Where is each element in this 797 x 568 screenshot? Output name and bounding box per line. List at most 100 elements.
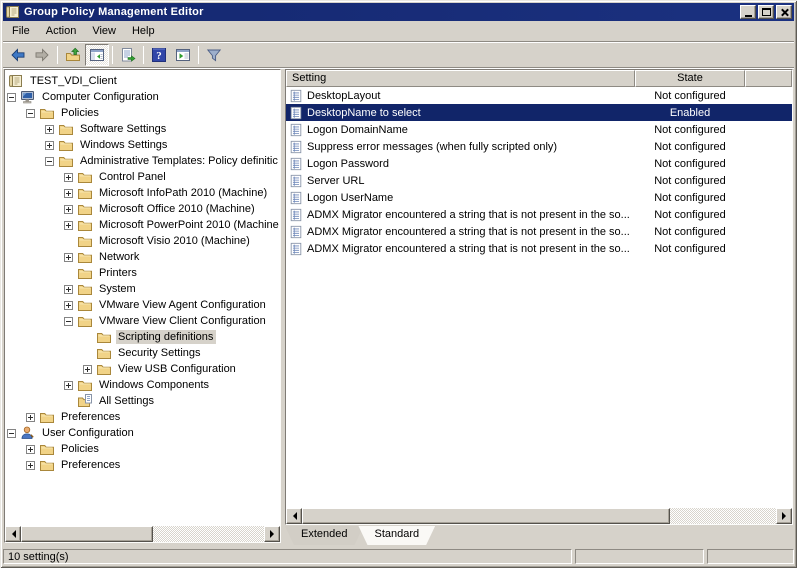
filter-button[interactable]	[202, 44, 226, 66]
tree-item-software-settings[interactable]: Software Settings	[5, 121, 280, 137]
scroll-track[interactable]	[21, 526, 264, 542]
expander-minus-icon[interactable]	[7, 428, 16, 438]
setting-row[interactable]: ADMX Migrator encountered a string that …	[286, 206, 792, 223]
policy-setting-icon-wrap	[289, 208, 303, 222]
folder-icon	[78, 173, 92, 183]
tree-item-control-panel[interactable]: Control Panel	[5, 169, 280, 185]
export-list-button[interactable]	[116, 44, 140, 66]
menu-action[interactable]: Action	[38, 21, 85, 41]
forward-button[interactable]	[30, 44, 54, 66]
tree-item-test-vdi-client[interactable]: TEST_VDI_Client	[5, 73, 280, 89]
tree-item-preferences[interactable]: Preferences	[5, 457, 280, 473]
show-console-tree-button[interactable]	[85, 43, 109, 66]
setting-name-cell: Logon UserName	[286, 191, 635, 205]
tree-item-computer-configuration[interactable]: Computer Configuration	[5, 89, 280, 105]
column-header-state[interactable]: State	[635, 70, 745, 87]
tree-item-administrative-templates-policy-definitic[interactable]: Administrative Templates: Policy definit…	[5, 153, 280, 169]
setting-row[interactable]: Server URL Not configured	[286, 172, 792, 189]
tab-extended[interactable]: Extended	[285, 526, 363, 545]
export-list-icon	[122, 47, 136, 62]
scroll-left-button[interactable]	[286, 508, 302, 524]
tree-item-label: User Configuration	[42, 427, 134, 439]
tree-item-vmware-view-client-configuration[interactable]: VMware View Client Configuration	[5, 313, 280, 329]
expander-minus-icon[interactable]	[26, 108, 35, 118]
setting-row[interactable]: Logon DomainName Not configured	[286, 121, 792, 138]
back-button[interactable]	[6, 44, 30, 66]
tree-item-microsoft-infopath-2010-machine[interactable]: Microsoft InfoPath 2010 (Machine)	[5, 185, 280, 201]
tab-standard[interactable]: Standard	[358, 526, 435, 545]
tree-item-security-settings[interactable]: Security Settings	[5, 345, 280, 361]
column-header-filler[interactable]	[745, 70, 792, 87]
tree-item-system[interactable]: System	[5, 281, 280, 297]
policy-setting-icon-wrap	[289, 123, 303, 137]
tree-item-all-settings[interactable]: All Settings	[5, 393, 280, 409]
expander-plus-icon[interactable]	[45, 124, 54, 134]
show-properties-button[interactable]	[171, 44, 195, 66]
help-button[interactable]: ?	[147, 44, 171, 66]
expander-plus-icon[interactable]	[83, 364, 92, 374]
tree-item-scripting-definitions[interactable]: Scripting definitions	[5, 329, 280, 345]
folder-icon	[78, 317, 92, 327]
expander-plus-icon[interactable]	[26, 412, 35, 422]
expander-plus-icon[interactable]	[26, 460, 35, 470]
expander-minus-icon[interactable]	[64, 316, 73, 326]
expander-minus-icon[interactable]	[7, 92, 16, 102]
expander-plus-icon[interactable]	[64, 284, 73, 294]
scroll-thumb[interactable]	[21, 526, 153, 542]
setting-row[interactable]: ADMX Migrator encountered a string that …	[286, 240, 792, 257]
tree-item-network[interactable]: Network	[5, 249, 280, 265]
tree-item-policies[interactable]: Policies	[5, 105, 280, 121]
tree-item-windows-components[interactable]: Windows Components	[5, 377, 280, 393]
minimize-button[interactable]	[740, 5, 756, 19]
toolbar-separator	[57, 45, 58, 64]
expander-minus-icon[interactable]	[45, 156, 54, 166]
scroll-thumb[interactable]	[302, 508, 670, 524]
expander-plus-icon[interactable]	[64, 220, 73, 230]
folder-icon-wrap	[77, 265, 93, 281]
expander-plus-icon[interactable]	[64, 188, 73, 198]
tree-item-microsoft-powerpoint-2010-machine[interactable]: Microsoft PowerPoint 2010 (Machine	[5, 217, 280, 233]
status-panel-3	[707, 549, 794, 564]
expander-plus-icon[interactable]	[64, 380, 73, 390]
policy-setting-icon-wrap	[289, 106, 303, 120]
tree-item-windows-settings[interactable]: Windows Settings	[5, 137, 280, 153]
tree-item-preferences[interactable]: Preferences	[5, 409, 280, 425]
setting-row[interactable]: Logon UserName Not configured	[286, 189, 792, 206]
close-button[interactable]	[776, 5, 792, 19]
column-header-setting[interactable]: Setting	[286, 70, 635, 87]
tree-item-microsoft-visio-2010-machine[interactable]: Microsoft Visio 2010 (Machine)	[5, 233, 280, 249]
tree-item-view-usb-configuration[interactable]: View USB Configuration	[5, 361, 280, 377]
tree-item-microsoft-office-2010-machine[interactable]: Microsoft Office 2010 (Machine)	[5, 201, 280, 217]
maximize-button[interactable]	[758, 5, 774, 19]
folder-icon	[78, 189, 92, 199]
tree-item-policies[interactable]: Policies	[5, 441, 280, 457]
setting-row[interactable]: Suppress error messages (when fully scri…	[286, 138, 792, 155]
setting-row[interactable]: Logon Password Not configured	[286, 155, 792, 172]
expander-plus-icon[interactable]	[64, 204, 73, 214]
tree-item-vmware-view-agent-configuration[interactable]: VMware View Agent Configuration	[5, 297, 280, 313]
setting-row[interactable]: DesktopLayout Not configured	[286, 87, 792, 104]
tree-item-user-configuration[interactable]: User Configuration	[5, 425, 280, 441]
tree-item-label: VMware View Client Configuration	[99, 315, 266, 327]
expander-plus-icon[interactable]	[64, 252, 73, 262]
setting-doc-icon	[290, 89, 302, 102]
expander-plus-icon[interactable]	[26, 444, 35, 454]
expander-plus-icon[interactable]	[45, 140, 54, 150]
settings-list-pane: Setting State DesktopLayout Not configured…	[285, 69, 793, 525]
setting-name: DesktopName to select	[307, 106, 421, 119]
up-one-level-button[interactable]	[61, 44, 85, 66]
folder-icon-wrap	[77, 169, 93, 185]
menu-file[interactable]: File	[4, 21, 38, 41]
scroll-track[interactable]	[302, 508, 776, 524]
expander-plus-icon[interactable]	[64, 300, 73, 310]
expander-plus-icon[interactable]	[64, 172, 73, 182]
scroll-right-button[interactable]	[264, 526, 280, 542]
scroll-right-button[interactable]	[776, 508, 792, 524]
tree-item-label: Microsoft Visio 2010 (Machine)	[99, 235, 250, 247]
scroll-left-button[interactable]	[5, 526, 21, 542]
menu-help[interactable]: Help	[124, 21, 163, 41]
setting-row[interactable]: DesktopName to select Enabled	[286, 104, 792, 121]
tree-item-printers[interactable]: Printers	[5, 265, 280, 281]
setting-row[interactable]: ADMX Migrator encountered a string that …	[286, 223, 792, 240]
menu-view[interactable]: View	[84, 21, 124, 41]
